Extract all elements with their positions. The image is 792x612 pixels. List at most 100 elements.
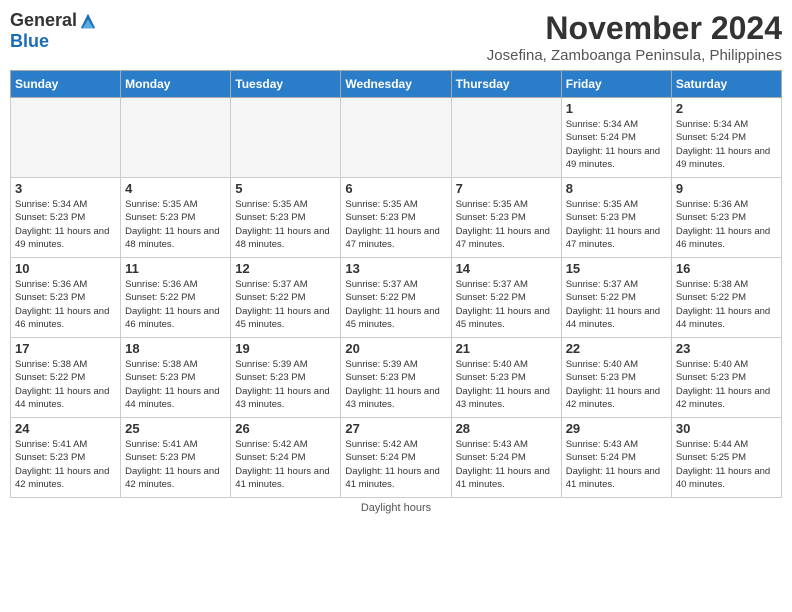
calendar-cell: 20Sunrise: 5:39 AM Sunset: 5:23 PM Dayli… xyxy=(341,338,451,418)
calendar-cell: 17 Sunrise: 5:38 AM Sunset: 5:22 PM Dayli… xyxy=(11,338,121,418)
day-info: Sunrise: 5:34 AM Sunset: 5:23 PM Dayligh… xyxy=(15,198,116,251)
day-info: Sunrise: 5:36 AM Sunset: 5:22 PM Dayligh… xyxy=(125,278,226,331)
day-info: Sunrise: 5:40 AM Sunset: 5:23 PM Dayligh… xyxy=(566,358,667,411)
day-info: Sunrise: 5:34 AM Sunset: 5:24 PM Dayligh… xyxy=(676,118,777,171)
day-info: Sunrise: 5:40 AM Sunset: 5:23 PM Dayligh… xyxy=(676,358,777,411)
calendar-body: 1 Sunrise: 5:34 AM Sunset: 5:24 PM Daylig… xyxy=(11,98,782,498)
day-info: Sunrise: 5:38 AM Sunset: 5:22 PM Dayligh… xyxy=(15,358,116,411)
day-info: Sunrise: 5:35 AM Sunset: 5:23 PM Dayligh… xyxy=(345,198,446,251)
day-number: 29 xyxy=(566,421,667,436)
calendar-cell: 16 Sunrise: 5:38 AM Sunset: 5:22 PM Dayli… xyxy=(671,258,781,338)
weekday-header-cell: Tuesday xyxy=(231,71,341,98)
calendar-cell: 14 Sunrise: 5:37 AM Sunset: 5:22 PM Dayli… xyxy=(451,258,561,338)
weekday-header-cell: Monday xyxy=(121,71,231,98)
calendar-cell: 18Sunrise: 5:38 AM Sunset: 5:23 PM Dayli… xyxy=(121,338,231,418)
calendar-cell: 22 Sunrise: 5:40 AM Sunset: 5:23 PM Dayli… xyxy=(561,338,671,418)
calendar-cell: 9Sunrise: 5:36 AM Sunset: 5:23 PM Daylig… xyxy=(671,178,781,258)
weekday-header: SundayMondayTuesdayWednesdayThursdayFrid… xyxy=(11,71,782,98)
calendar-cell: 10 Sunrise: 5:36 AM Sunset: 5:23 PM Dayli… xyxy=(11,258,121,338)
calendar-cell: 5 Sunrise: 5:35 AM Sunset: 5:23 PM Daylig… xyxy=(231,178,341,258)
day-info: Sunrise: 5:39 AM Sunset: 5:23 PM Dayligh… xyxy=(235,358,336,411)
calendar-cell: 8 Sunrise: 5:35 AM Sunset: 5:23 PM Daylig… xyxy=(561,178,671,258)
day-info: Sunrise: 5:37 AM Sunset: 5:22 PM Dayligh… xyxy=(235,278,336,331)
day-number: 19 xyxy=(235,341,336,356)
day-number: 14 xyxy=(456,261,557,276)
day-number: 10 xyxy=(15,261,116,276)
calendar-cell: 19 Sunrise: 5:39 AM Sunset: 5:23 PM Dayli… xyxy=(231,338,341,418)
day-info: Sunrise: 5:43 AM Sunset: 5:24 PM Dayligh… xyxy=(566,438,667,491)
day-info: Sunrise: 5:38 AM Sunset: 5:22 PM Dayligh… xyxy=(676,278,777,331)
day-info: Sunrise: 5:42 AM Sunset: 5:24 PM Dayligh… xyxy=(345,438,446,491)
day-number: 15 xyxy=(566,261,667,276)
day-number: 23 xyxy=(676,341,777,356)
logo: General Blue xyxy=(10,10,97,52)
footer-note: Daylight hours xyxy=(10,502,782,514)
title-section: November 2024 Josefina, Zamboanga Penins… xyxy=(487,10,782,64)
day-info: Sunrise: 5:37 AM Sunset: 5:22 PM Dayligh… xyxy=(456,278,557,331)
day-info: Sunrise: 5:35 AM Sunset: 5:23 PM Dayligh… xyxy=(456,198,557,251)
day-info: Sunrise: 5:40 AM Sunset: 5:23 PM Dayligh… xyxy=(456,358,557,411)
logo-icon xyxy=(79,12,97,30)
day-number: 11 xyxy=(125,261,226,276)
day-number: 5 xyxy=(235,181,336,196)
location-title: Josefina, Zamboanga Peninsula, Philippin… xyxy=(487,47,782,64)
day-info: Sunrise: 5:36 AM Sunset: 5:23 PM Dayligh… xyxy=(15,278,116,331)
logo-general: General xyxy=(10,10,77,31)
day-number: 17 xyxy=(15,341,116,356)
calendar-cell: 4 Sunrise: 5:35 AM Sunset: 5:23 PM Daylig… xyxy=(121,178,231,258)
logo-blue: Blue xyxy=(10,31,49,52)
calendar-cell: 1Sunrise: 5:34 AM Sunset: 5:24 PM Daylig… xyxy=(561,98,671,178)
calendar-cell: 2Sunrise: 5:34 AM Sunset: 5:24 PM Daylig… xyxy=(671,98,781,178)
day-number: 3 xyxy=(15,181,116,196)
day-info: Sunrise: 5:35 AM Sunset: 5:23 PM Dayligh… xyxy=(566,198,667,251)
calendar-cell: 29 Sunrise: 5:43 AM Sunset: 5:24 PM Dayli… xyxy=(561,418,671,498)
weekday-header-cell: Friday xyxy=(561,71,671,98)
day-number: 22 xyxy=(566,341,667,356)
day-number: 24 xyxy=(15,421,116,436)
day-info: Sunrise: 5:39 AM Sunset: 5:23 PM Dayligh… xyxy=(345,358,446,411)
header: General Blue November 2024 Josefina, Zam… xyxy=(10,10,782,64)
day-number: 6 xyxy=(345,181,446,196)
day-number: 8 xyxy=(566,181,667,196)
day-info: Sunrise: 5:43 AM Sunset: 5:24 PM Dayligh… xyxy=(456,438,557,491)
calendar-cell: 12 Sunrise: 5:37 AM Sunset: 5:22 PM Dayli… xyxy=(231,258,341,338)
day-info: Sunrise: 5:37 AM Sunset: 5:22 PM Dayligh… xyxy=(566,278,667,331)
day-number: 27 xyxy=(345,421,446,436)
calendar-week-row: 1 Sunrise: 5:34 AM Sunset: 5:24 PM Daylig… xyxy=(11,98,782,178)
calendar-week-row: 24 Sunrise: 5:41 AM Sunset: 5:23 PM Dayli… xyxy=(11,418,782,498)
day-info: Sunrise: 5:38 AM Sunset: 5:23 PM Dayligh… xyxy=(125,358,226,411)
calendar-cell xyxy=(341,98,451,178)
day-number: 26 xyxy=(235,421,336,436)
calendar-cell: 25 Sunrise: 5:41 AM Sunset: 5:23 PM Dayli… xyxy=(121,418,231,498)
calendar-cell: 7Sunrise: 5:35 AM Sunset: 5:23 PM Daylig… xyxy=(451,178,561,258)
day-info: Sunrise: 5:35 AM Sunset: 5:23 PM Dayligh… xyxy=(125,198,226,251)
calendar-cell: 15 Sunrise: 5:37 AM Sunset: 5:22 PM Dayli… xyxy=(561,258,671,338)
calendar-cell: 27 Sunrise: 5:42 AM Sunset: 5:24 PM Dayli… xyxy=(341,418,451,498)
day-number: 1 xyxy=(566,101,667,116)
calendar-week-row: 10 Sunrise: 5:36 AM Sunset: 5:23 PM Dayli… xyxy=(11,258,782,338)
day-number: 16 xyxy=(676,261,777,276)
day-info: Sunrise: 5:42 AM Sunset: 5:24 PM Dayligh… xyxy=(235,438,336,491)
weekday-header-cell: Thursday xyxy=(451,71,561,98)
day-info: Sunrise: 5:35 AM Sunset: 5:23 PM Dayligh… xyxy=(235,198,336,251)
day-number: 28 xyxy=(456,421,557,436)
calendar-cell xyxy=(451,98,561,178)
day-number: 9 xyxy=(676,181,777,196)
calendar-cell xyxy=(231,98,341,178)
calendar-week-row: 17 Sunrise: 5:38 AM Sunset: 5:22 PM Dayli… xyxy=(11,338,782,418)
day-number: 12 xyxy=(235,261,336,276)
day-number: 25 xyxy=(125,421,226,436)
weekday-header-cell: Saturday xyxy=(671,71,781,98)
day-number: 4 xyxy=(125,181,226,196)
calendar-cell: 28 Sunrise: 5:43 AM Sunset: 5:24 PM Dayli… xyxy=(451,418,561,498)
calendar-cell xyxy=(121,98,231,178)
calendar-cell: 26 Sunrise: 5:42 AM Sunset: 5:24 PM Dayli… xyxy=(231,418,341,498)
calendar-cell: 3 Sunrise: 5:34 AM Sunset: 5:23 PM Daylig… xyxy=(11,178,121,258)
calendar-cell: 23 Sunrise: 5:40 AM Sunset: 5:23 PM Dayli… xyxy=(671,338,781,418)
day-number: 13 xyxy=(345,261,446,276)
weekday-header-cell: Sunday xyxy=(11,71,121,98)
calendar-cell: 30Sunrise: 5:44 AM Sunset: 5:25 PM Dayli… xyxy=(671,418,781,498)
day-info: Sunrise: 5:41 AM Sunset: 5:23 PM Dayligh… xyxy=(125,438,226,491)
day-info: Sunrise: 5:41 AM Sunset: 5:23 PM Dayligh… xyxy=(15,438,116,491)
calendar-cell: 21Sunrise: 5:40 AM Sunset: 5:23 PM Dayli… xyxy=(451,338,561,418)
